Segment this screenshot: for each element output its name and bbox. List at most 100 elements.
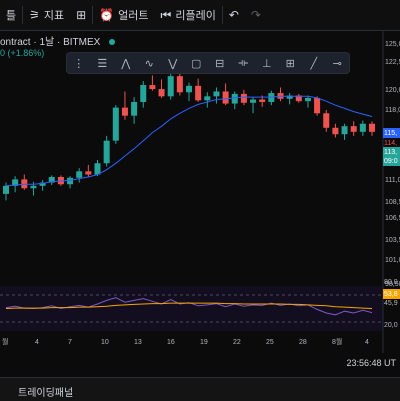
zigzag-icon[interactable]: ⋀: [114, 57, 138, 70]
time-tick-label: 4: [365, 339, 369, 346]
time-tick-label: 10: [101, 339, 109, 346]
replay-icon: ⏮: [160, 7, 172, 22]
grid-icon[interactable]: ⊞: [279, 57, 303, 70]
price-tick-label: 118,0: [385, 107, 400, 114]
price-tick-label: 122,5: [385, 59, 400, 66]
price-label-indicator1: 80,0: [384, 279, 398, 286]
candle-body: [3, 185, 9, 194]
price-label-red_level: 114,: [384, 140, 397, 147]
layout-button[interactable]: ⊞: [70, 0, 92, 30]
fib-icon[interactable]: ☰: [91, 57, 115, 70]
partial-left-item[interactable]: 틀: [0, 0, 22, 30]
undo-icon: ↶: [228, 8, 239, 22]
hline-icon[interactable]: ⊸: [326, 57, 350, 70]
time-tick-label: 28: [299, 339, 307, 346]
date-range-icon[interactable]: ⊥: [255, 57, 279, 70]
alarm-clock-icon: ⏰: [99, 8, 115, 22]
alert-button[interactable]: ⏰ 얼러트: [93, 0, 154, 30]
candle-body: [158, 89, 165, 97]
trading-panel-tab[interactable]: 트레이딩패널: [18, 384, 73, 399]
replay-label: 리플레이: [175, 10, 216, 22]
price-tick-label: 106,5: [385, 215, 400, 222]
candle-body: [176, 76, 183, 93]
time-tick-label: 25: [266, 339, 274, 346]
time-tick-label: 8월: [332, 337, 342, 346]
candle-body: [67, 177, 74, 185]
price-chart[interactable]: 125,0122,5120,0118,0116,0113,5111,0108,5…: [0, 31, 400, 353]
market-status-icon: [109, 39, 116, 45]
range-icon[interactable]: ⟛: [232, 57, 256, 70]
time-tick-label: 19: [200, 339, 208, 346]
candle-body: [204, 96, 211, 101]
candle-body: [85, 171, 92, 175]
price-tick-label: 103,5: [385, 237, 400, 244]
time-tick-label: 4: [35, 339, 39, 346]
candle-body: [359, 123, 366, 132]
indicator-band: [0, 286, 383, 331]
time-tick-label: 22: [233, 339, 241, 346]
ray-icon[interactable]: ╱: [302, 57, 326, 70]
candle-body: [103, 140, 110, 164]
time-axis[interactable]: 23:56:48 UT: [0, 353, 400, 377]
price-tick-label: 120,0: [385, 87, 400, 94]
candle-body: [140, 85, 147, 102]
price-label-indicator4: 20,0: [384, 322, 398, 329]
price-label-current: 113,: [384, 149, 397, 156]
symbol-title: ontract · 1날 · BITMEX: [0, 37, 101, 48]
candle-body: [304, 97, 311, 102]
candle-body: [314, 97, 321, 114]
redo-button[interactable]: ↷: [245, 0, 267, 30]
replay-button[interactable]: ⏮ 리플레이: [155, 0, 222, 30]
price-label-countdown: 09:0: [384, 158, 398, 165]
candle-body: [167, 76, 174, 97]
time-tick-label: 7: [68, 339, 72, 346]
candle-body: [250, 99, 257, 103]
candle-body: [213, 91, 220, 97]
candle-body: [222, 91, 229, 104]
candle-body: [332, 127, 339, 135]
bracket-icon[interactable]: ⊟: [208, 57, 232, 70]
indicators-icon: ⚞: [29, 8, 40, 22]
candle-body: [186, 85, 192, 93]
symbol-legend[interactable]: ontract · 1날 · BITMEX: [0, 33, 116, 48]
candle-body: [149, 85, 156, 90]
candle-body: [323, 113, 330, 128]
rect-icon[interactable]: ▢: [185, 57, 209, 70]
clock-readout: 23:56:48 UT: [346, 358, 396, 368]
price-tick-label: 101,0: [385, 257, 400, 264]
curve-icon[interactable]: ∿: [138, 57, 162, 70]
candle-body: [259, 99, 266, 102]
grid-layout-icon: ⊞: [76, 8, 87, 22]
candle-body: [350, 126, 357, 132]
candle-body: [240, 93, 247, 103]
drawing-toolbar: ⋮ ☰ ⋀ ∿ ⋁ ▢ ⊟ ⟛ ⊥ ⊞ ╱ ⊸: [66, 52, 350, 74]
candle-body: [369, 123, 375, 132]
bottom-panel: 트레이딩패널: [0, 377, 400, 401]
indicators-button[interactable]: ⚞ 지표: [23, 0, 70, 30]
crosshair-icon[interactable]: ⋮: [67, 57, 91, 70]
candle-body: [195, 85, 202, 101]
top-toolbar: 틀 ⚞ 지표 ⊞ ⏰ 얼러트 ⏮ 리플레이 ↶ ↷: [0, 0, 400, 31]
price-label-ma: 115,: [384, 130, 397, 137]
candle-body: [131, 101, 138, 116]
time-tick-label: 16: [167, 339, 175, 346]
candle-body: [231, 93, 238, 104]
candle-body: [112, 107, 119, 141]
redo-icon: ↷: [250, 8, 261, 22]
candle-body: [121, 107, 128, 116]
price-tick-label: 108,5: [385, 199, 400, 206]
wave-icon[interactable]: ⋁: [161, 57, 185, 70]
candle-body: [30, 185, 37, 189]
indicators-label: 지표: [43, 10, 65, 22]
time-tick-label: 월: [2, 337, 8, 346]
price-change: 0 (+1.86%): [0, 48, 45, 58]
price-tick-label: 125,0: [385, 41, 400, 48]
price-label-indicator2: 53,8: [384, 291, 398, 298]
undo-button[interactable]: ↶: [223, 0, 245, 30]
candle-body: [76, 171, 83, 178]
time-tick-label: 13: [134, 339, 142, 346]
price-label-indicator3: 45,9: [384, 300, 398, 307]
alert-label: 얼러트: [118, 10, 149, 22]
candle-body: [341, 126, 348, 135]
price-tick-label: 111,0: [385, 177, 400, 184]
